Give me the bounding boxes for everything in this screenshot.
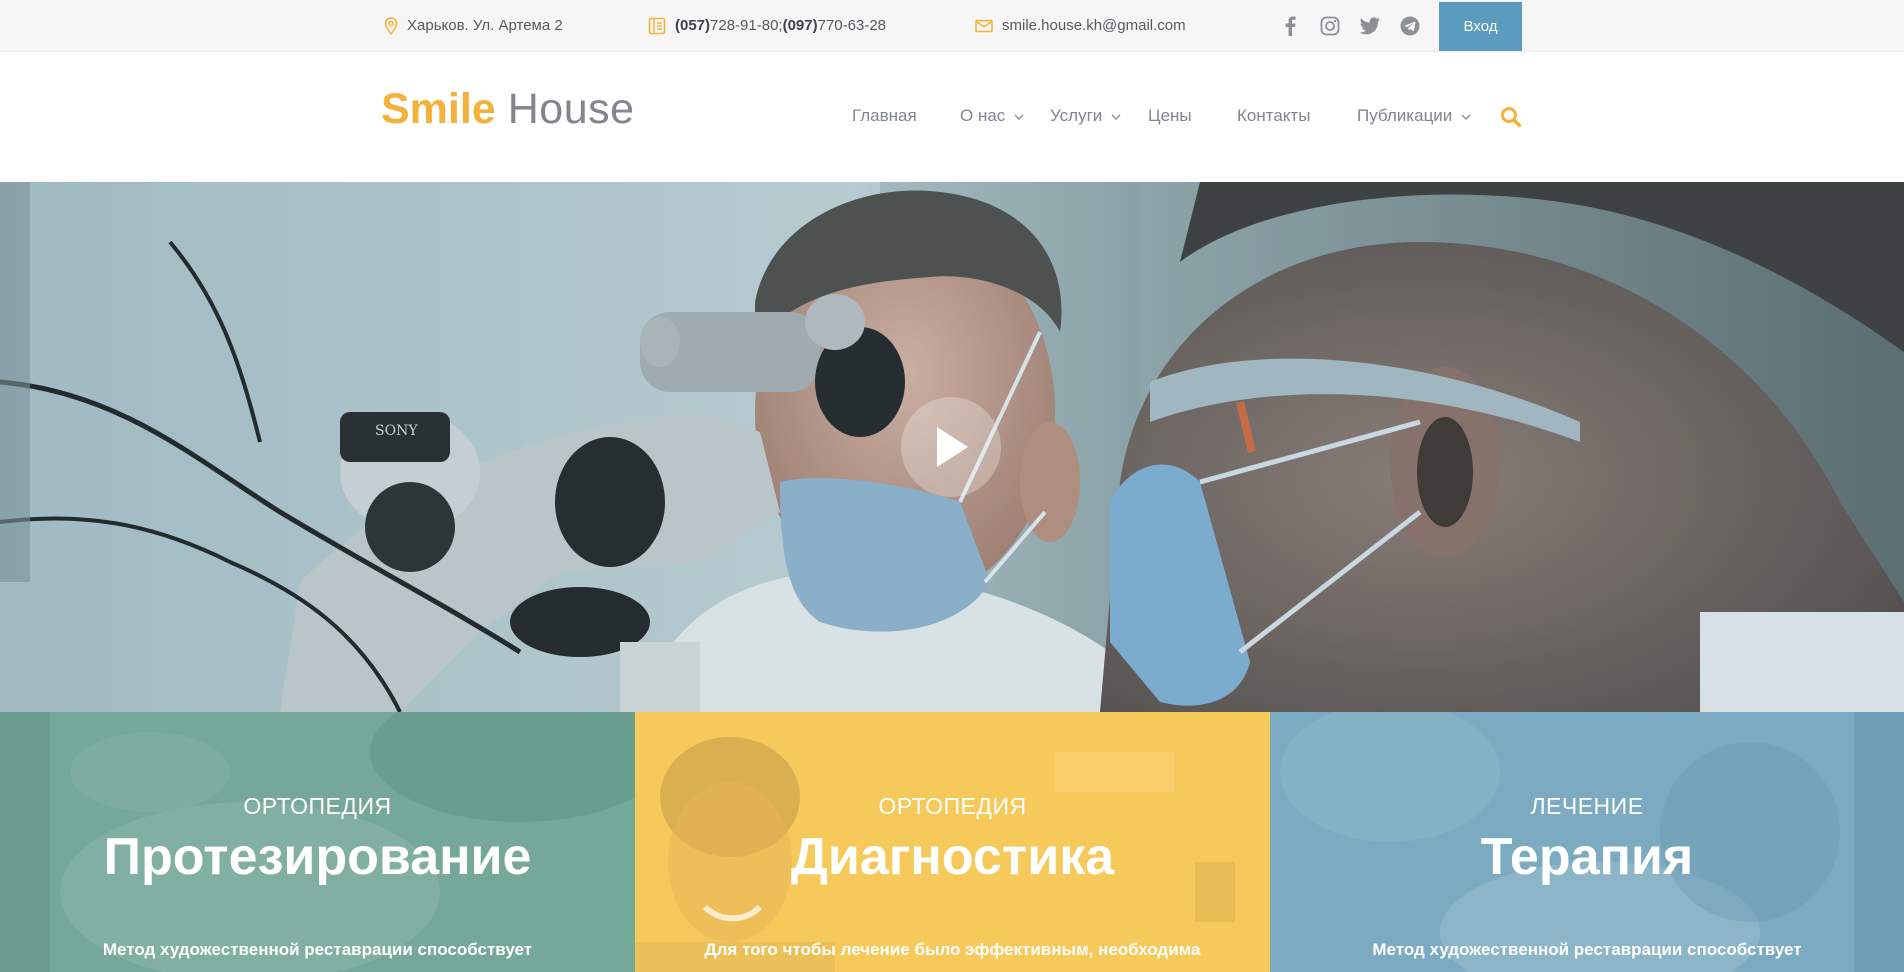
phone-book-icon [648,17,666,34]
tile-description: Для того чтобы лечение было эффективным,… [704,940,1201,959]
site-header: Smile House Главная О нас Услуги Цены Кон… [0,52,1904,182]
tile-title: Диагностика [790,828,1115,886]
service-tile-therapy[interactable]: ЛЕЧЕНИЕ Терапия Метод художественной рес… [1270,712,1904,972]
nav-item-services[interactable]: Услуги [1050,106,1121,126]
nav-label: Контакты [1237,106,1311,125]
service-tile-diagnostics[interactable]: ОРТОПЕДИЯ Диагностика Для того чтобы леч… [635,712,1270,972]
service-tiles: ОРТОПЕДИЯ Протезирование Метод художеств… [0,712,1904,972]
chevron-down-icon [1461,114,1471,120]
telegram-icon[interactable] [1398,14,1422,38]
tile-title: Терапия [1480,828,1694,886]
top-bar: Харьков. Ул. Артема 2 (057) 728-91-80; (… [0,0,1904,52]
service-tile-prosthetics[interactable]: ОРТОПЕДИЯ Протезирование Метод художеств… [0,712,635,972]
phone-code-2: (097) [782,17,818,34]
facebook-icon[interactable] [1278,14,1302,38]
tile-description: Метод художественной реставрации способс… [1372,940,1802,959]
nav-label: Публикации [1357,106,1453,125]
hero-video[interactable]: SONY [0,182,1904,712]
nav-label: О нас [960,106,1006,125]
play-button[interactable] [901,397,1001,497]
tile-description: Метод художественной реставрации способс… [102,940,533,959]
search-icon [1501,107,1522,128]
nav-item-prices[interactable]: Цены [1148,106,1192,126]
chevron-down-icon [1014,114,1024,120]
envelope-icon [975,19,993,32]
nav-label: Главная [852,106,917,125]
address-text: Харьков. Ул. Артема 2 [407,17,563,34]
social-links [1278,0,1422,51]
tile-category: ОРТОПЕДИЯ [878,793,1027,819]
search-button[interactable] [1500,106,1522,133]
phone-number-2: 770-63-28 [817,17,887,34]
tile-category: ЛЕЧЕНИЕ [1530,793,1644,819]
phone[interactable]: (057) 728-91-80; (097) 770-63-28 [648,0,886,51]
play-icon [937,427,968,467]
nav-item-about[interactable]: О нас [960,106,1024,126]
tile-category: ОРТОПЕДИЯ [243,793,392,819]
nav-item-publications[interactable]: Публикации [1357,106,1471,126]
address: Харьков. Ул. Артема 2 [384,0,563,51]
main-nav: Главная О нас Услуги Цены Контакты Публи… [0,52,1904,182]
nav-label: Цены [1148,106,1192,125]
login-button[interactable]: Вход [1439,2,1522,51]
nav-item-home[interactable]: Главная [852,106,917,126]
email-text: smile.house.kh@gmail.com [1002,17,1186,34]
phone-code-1: (057) [675,17,711,34]
twitter-icon[interactable] [1358,14,1382,38]
tile-title: Протезирование [103,828,532,886]
phone-number-1: 728-91-80; [710,17,783,34]
chevron-down-icon [1111,114,1121,120]
email[interactable]: smile.house.kh@gmail.com [975,0,1186,51]
location-pin-icon [384,16,398,35]
nav-item-contacts[interactable]: Контакты [1237,106,1310,126]
nav-label: Услуги [1050,106,1103,125]
instagram-icon[interactable] [1318,14,1342,38]
